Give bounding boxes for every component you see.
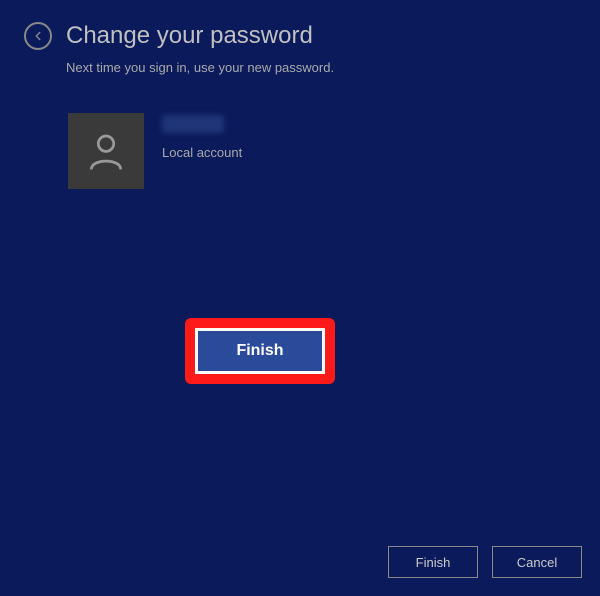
page-header: Change your password xyxy=(0,0,600,50)
page-title: Change your password xyxy=(66,22,313,50)
cancel-button-footer[interactable]: Cancel xyxy=(492,546,582,578)
arrow-left-icon xyxy=(31,29,45,43)
avatar xyxy=(68,113,144,189)
username-redacted xyxy=(162,115,224,133)
account-type-label: Local account xyxy=(162,145,242,160)
page-subtitle: Next time you sign in, use your new pass… xyxy=(0,50,600,75)
footer-buttons: Finish Cancel xyxy=(388,546,582,578)
finish-button-footer[interactable]: Finish xyxy=(388,546,478,578)
finish-button-main[interactable]: Finish xyxy=(195,328,325,374)
back-button[interactable] xyxy=(24,22,52,50)
account-info: Local account xyxy=(162,113,242,160)
finish-highlight-box: Finish xyxy=(185,318,335,384)
account-section: Local account xyxy=(0,75,600,189)
user-icon xyxy=(84,129,128,173)
